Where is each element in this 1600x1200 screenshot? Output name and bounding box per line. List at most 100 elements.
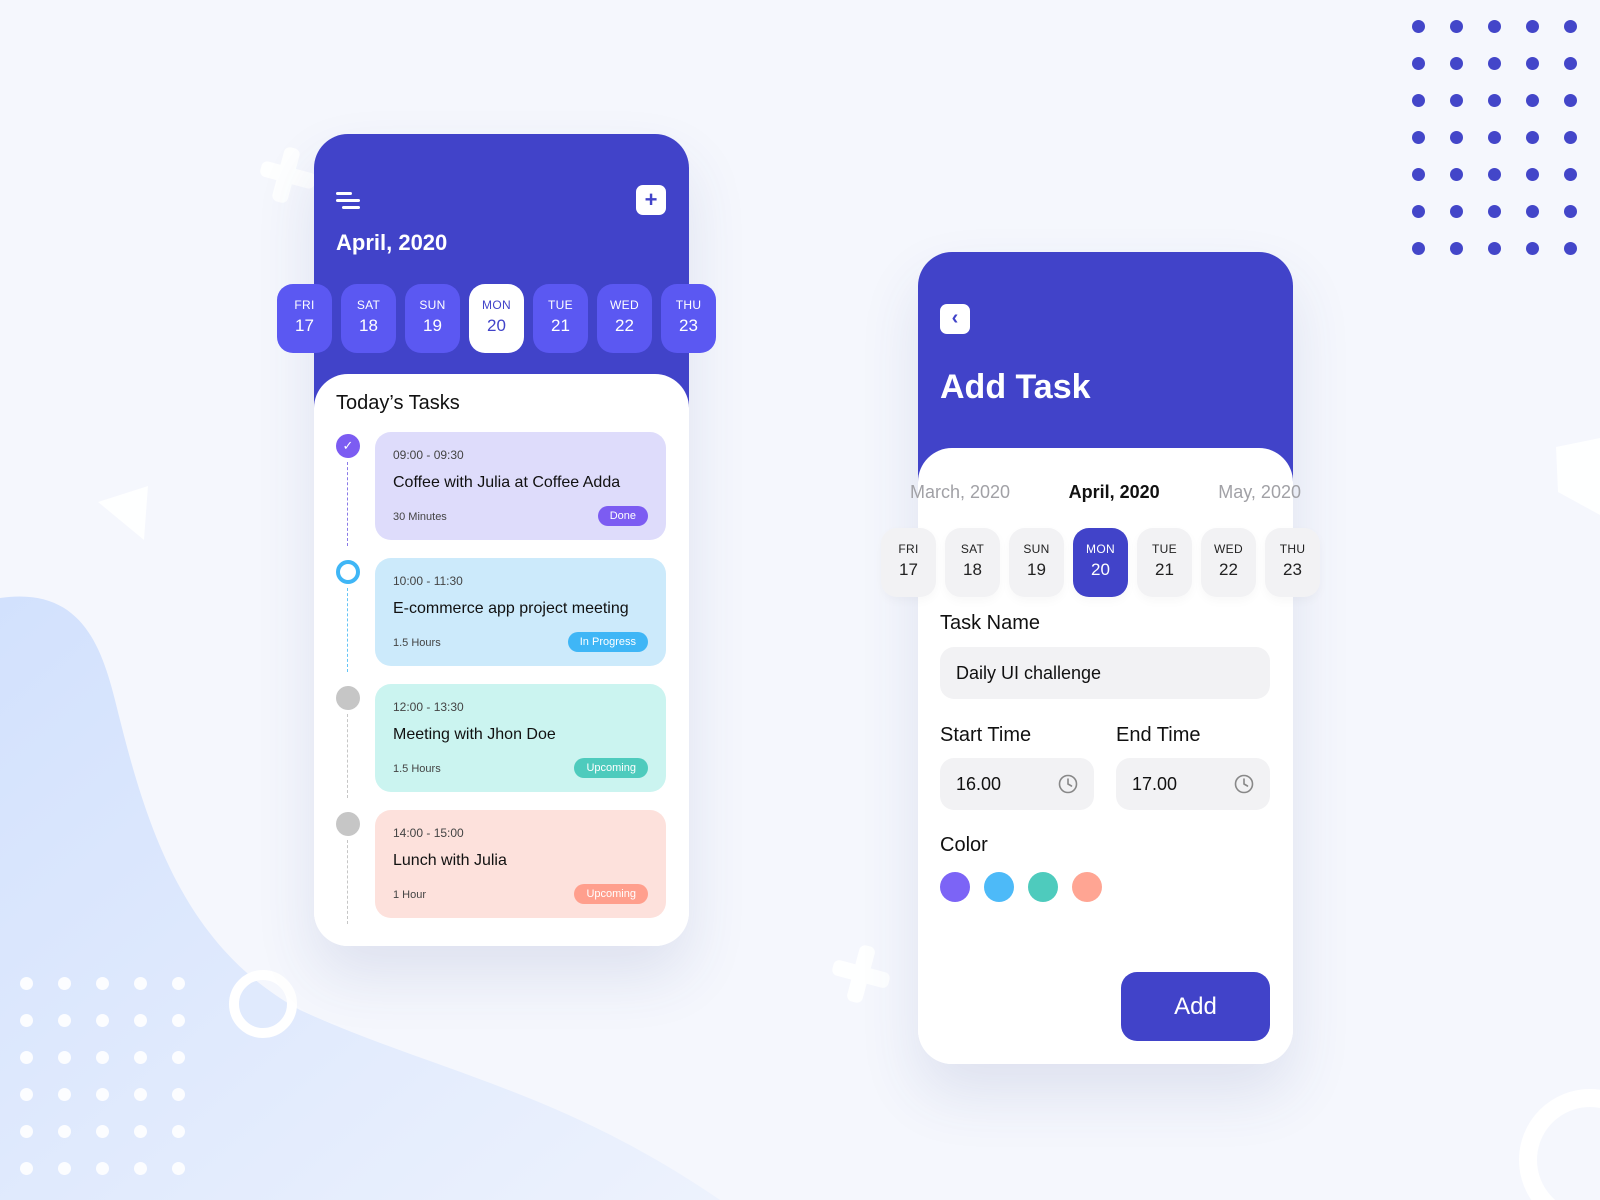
day-name: SAT bbox=[960, 542, 985, 556]
task-card[interactable]: 09:00 - 09:30 Coffee with Julia at Coffee… bbox=[375, 432, 666, 540]
prev-month-link[interactable]: March, 2020 bbox=[910, 482, 1010, 503]
task-duration: 1.5 Hours bbox=[393, 637, 441, 649]
day-number: 17 bbox=[295, 316, 314, 335]
task-time: 10:00 - 11:30 bbox=[393, 574, 463, 588]
end-time-input[interactable]: 17.00 bbox=[1116, 758, 1270, 810]
current-month: April, 2020 bbox=[1068, 482, 1160, 502]
clock-icon bbox=[1058, 774, 1078, 794]
month-switcher: March, 2020 April, 2020 May, 2020 bbox=[910, 482, 1301, 503]
day-number: 22 bbox=[615, 316, 634, 335]
color-swatch[interactable] bbox=[1028, 872, 1058, 902]
task-name-input[interactable]: Daily UI challenge bbox=[940, 647, 1270, 699]
task-title: E-commerce app project meeting bbox=[393, 600, 629, 617]
task-time: 12:00 - 13:30 bbox=[393, 700, 464, 714]
day-name: WED bbox=[1214, 542, 1243, 556]
dot-grid-decoration bbox=[1412, 20, 1578, 255]
day-number: 22 bbox=[1219, 560, 1238, 579]
day-name: THU bbox=[1279, 542, 1306, 556]
timeline-connector bbox=[347, 588, 348, 672]
tasks-header: + April, 2020 bbox=[314, 134, 689, 409]
day-name: MON bbox=[1086, 542, 1115, 556]
day-number: 20 bbox=[1091, 560, 1110, 579]
task-title: Coffee with Julia at Coffee Adda bbox=[393, 474, 621, 491]
chevron-left-icon[interactable]: ‹ bbox=[940, 304, 970, 334]
day-name: SAT bbox=[356, 298, 381, 312]
color-swatch[interactable] bbox=[940, 872, 970, 902]
day-name: THU bbox=[675, 298, 702, 312]
day-number: 18 bbox=[963, 560, 982, 579]
task-row: 10:00 - 11:30 E-commerce app project meet… bbox=[336, 558, 666, 684]
day-number: 21 bbox=[551, 316, 570, 335]
task-row: 14:00 - 15:00 Lunch with Julia 1 Hour Upcom… bbox=[336, 810, 666, 936]
day-number: 23 bbox=[1283, 560, 1302, 579]
day-chip-tue[interactable]: TUE 21 bbox=[533, 284, 588, 353]
add-button[interactable]: Add bbox=[1121, 972, 1270, 1041]
task-title: Meeting with Jhon Doe bbox=[393, 726, 556, 743]
day-name: WED bbox=[610, 298, 639, 312]
timeline-connector bbox=[347, 714, 348, 798]
task-card[interactable]: 12:00 - 13:30 Meeting with Jhon Doe 1.5 Ho… bbox=[375, 684, 666, 792]
tasks-body: Today’s Tasks ✓ 09:00 - 09:30 Coffee with … bbox=[314, 374, 689, 946]
tasks-screen: + April, 2020 FRI 17 SAT 18 SUN 19 MON 20 TUE 21 W… bbox=[277, 134, 716, 946]
check-icon[interactable]: ✓ bbox=[336, 434, 360, 458]
status-marker[interactable] bbox=[336, 812, 360, 836]
task-name-label: Task Name bbox=[940, 612, 1041, 634]
day-name: FRI bbox=[898, 542, 919, 556]
status-marker[interactable] bbox=[336, 560, 360, 584]
task-row: 12:00 - 13:30 Meeting with Jhon Doe 1.5 Ho… bbox=[336, 684, 666, 810]
end-time-value: 17.00 bbox=[1132, 774, 1178, 794]
day-name: SUN bbox=[419, 298, 446, 312]
day-chip-wed[interactable]: WED 22 bbox=[1201, 528, 1256, 597]
task-name-value: Daily UI challenge bbox=[956, 663, 1102, 683]
day-chip-fri[interactable]: FRI 17 bbox=[277, 284, 332, 353]
day-chip-tue[interactable]: TUE 21 bbox=[1137, 528, 1192, 597]
day-name: FRI bbox=[294, 298, 315, 312]
day-name: TUE bbox=[548, 298, 573, 312]
task-duration: 30 Minutes bbox=[393, 511, 447, 523]
day-chip-sat[interactable]: SAT 18 bbox=[341, 284, 396, 353]
color-label: Color bbox=[940, 834, 988, 856]
status-badge: Done bbox=[597, 506, 648, 526]
month-title: April, 2020 bbox=[336, 230, 448, 255]
day-chip-sun[interactable]: SUN 19 bbox=[405, 284, 460, 353]
page-title: Add Task bbox=[940, 368, 1091, 406]
start-time-input[interactable]: 16.00 bbox=[940, 758, 1094, 810]
day-name: TUE bbox=[1152, 542, 1177, 556]
dot-grid-decoration-white bbox=[20, 977, 186, 1175]
status-marker[interactable] bbox=[336, 686, 360, 710]
timeline-connector bbox=[347, 840, 348, 924]
task-duration: 1.5 Hours bbox=[393, 763, 441, 775]
week-day-selector: FRI 17 SAT 18 SUN 19 MON 20 TUE 21 WED 22 THU 23 bbox=[277, 284, 716, 353]
color-swatch[interactable] bbox=[1072, 872, 1102, 902]
color-swatch[interactable] bbox=[984, 872, 1014, 902]
task-row: ✓ 09:00 - 09:30 Coffee with Julia at Coffe… bbox=[336, 432, 666, 558]
day-chip-thu[interactable]: THU 23 bbox=[1265, 528, 1320, 597]
day-name: MON bbox=[482, 298, 511, 312]
task-time: 14:00 - 15:00 bbox=[393, 826, 464, 840]
day-chip-mon[interactable]: MON 20 bbox=[1073, 528, 1128, 597]
task-card[interactable]: 10:00 - 11:30 E-commerce app project meet… bbox=[375, 558, 666, 666]
menu-icon[interactable] bbox=[336, 192, 360, 212]
start-time-label: Start Time bbox=[940, 724, 1032, 746]
day-chip-sat[interactable]: SAT 18 bbox=[945, 528, 1000, 597]
task-duration: 1 Hour bbox=[393, 889, 427, 901]
plus-icon[interactable]: + bbox=[636, 185, 666, 215]
add-task-screen: ‹ Add Task March, 2020 April, 2020 May, … bbox=[881, 252, 1320, 1064]
day-number: 17 bbox=[899, 560, 918, 579]
day-chip-mon[interactable]: MON 20 bbox=[469, 284, 524, 353]
day-chip-wed[interactable]: WED 22 bbox=[597, 284, 652, 353]
start-time-value: 16.00 bbox=[956, 774, 1002, 794]
week-day-selector: FRI 17 SAT 18 SUN 19 MON 20 TUE 21 WED 22 THU 23 bbox=[881, 528, 1320, 597]
day-number: 18 bbox=[359, 316, 378, 335]
day-number: 23 bbox=[679, 316, 698, 335]
day-chip-fri[interactable]: FRI 17 bbox=[881, 528, 936, 597]
next-month-link[interactable]: May, 2020 bbox=[1218, 482, 1301, 503]
day-chip-thu[interactable]: THU 23 bbox=[661, 284, 716, 353]
day-chip-sun[interactable]: SUN 19 bbox=[1009, 528, 1064, 597]
day-number: 19 bbox=[423, 316, 442, 335]
task-timeline: ✓ 09:00 - 09:30 Coffee with Julia at Coffe… bbox=[336, 432, 666, 936]
task-card[interactable]: 14:00 - 15:00 Lunch with Julia 1 Hour Upcom… bbox=[375, 810, 666, 918]
status-badge: Upcoming bbox=[574, 884, 648, 904]
status-badge: Upcoming bbox=[574, 758, 648, 778]
end-time-label: End Time bbox=[1116, 724, 1201, 746]
